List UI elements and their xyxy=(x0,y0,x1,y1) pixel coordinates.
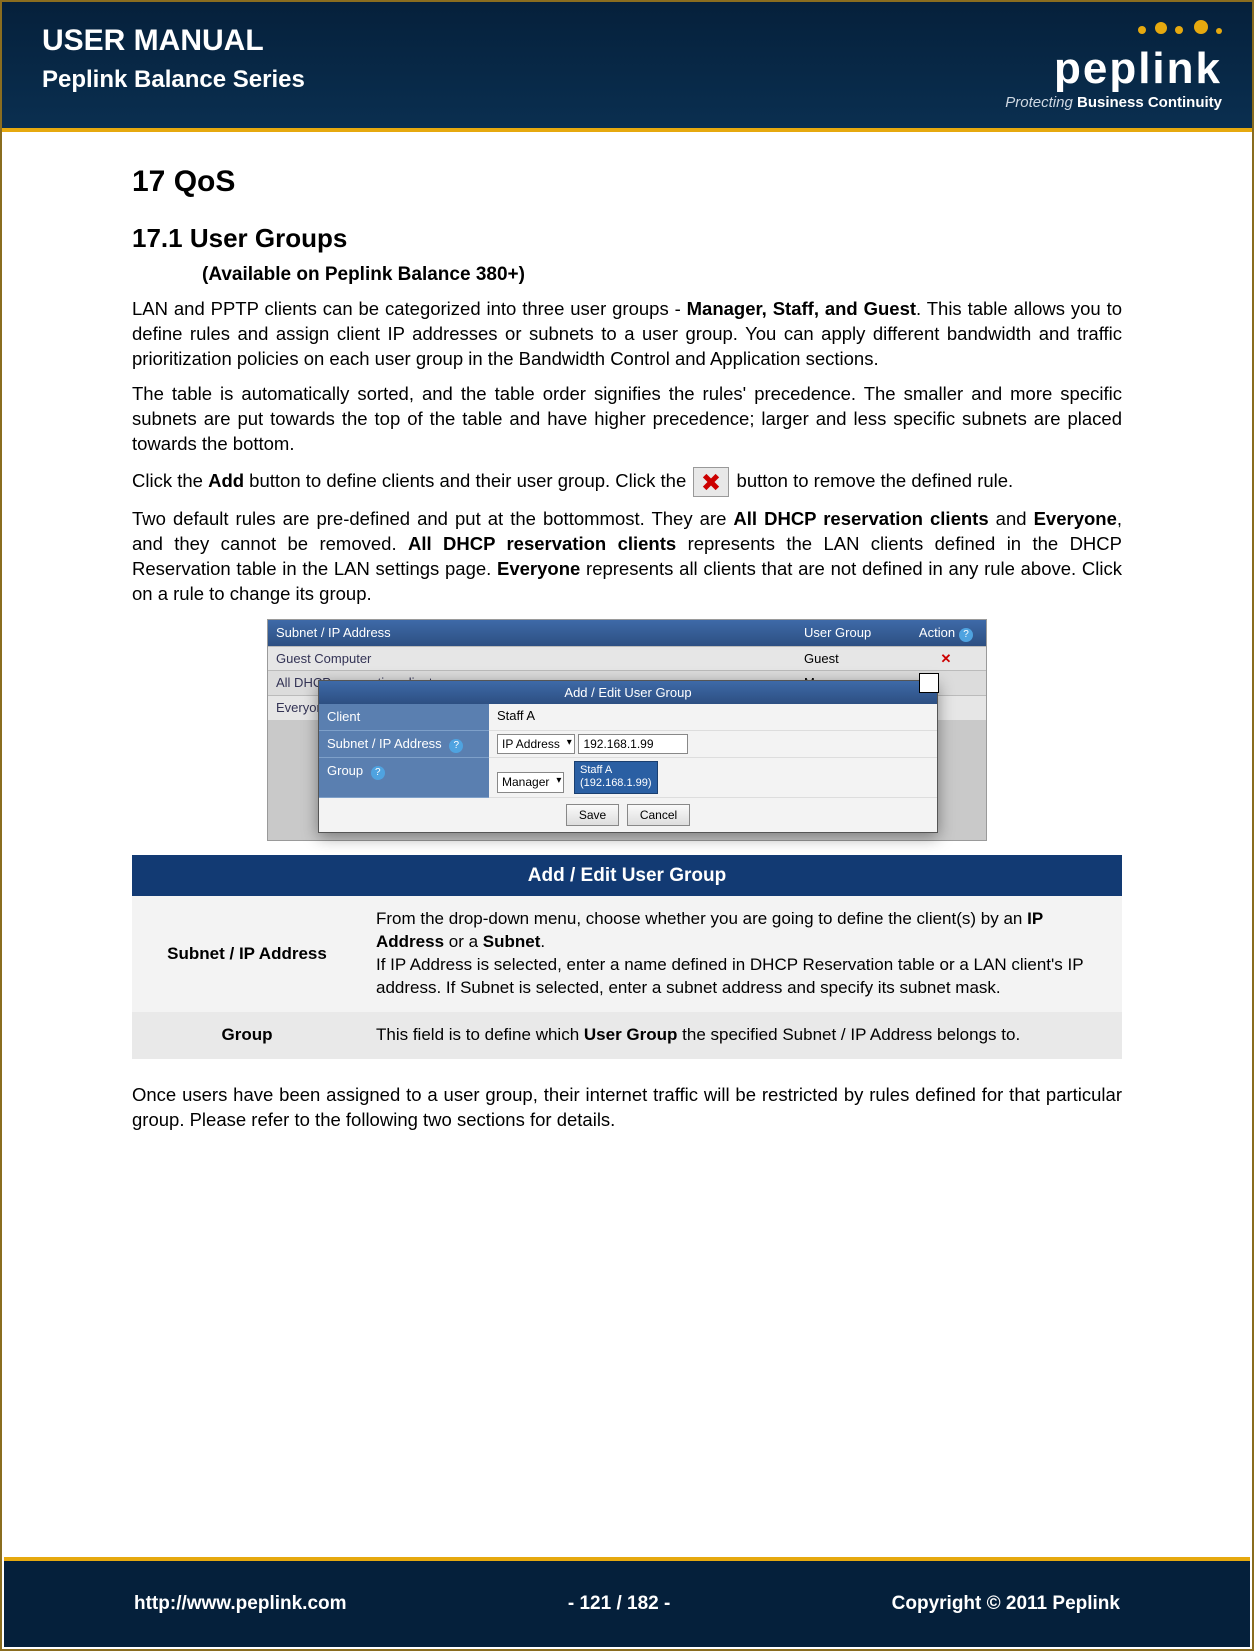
text: This field is to define which xyxy=(376,1025,584,1044)
text: Two default rules are pre-defined and pu… xyxy=(132,508,733,529)
text: From the drop-down menu, choose whether … xyxy=(376,909,1027,928)
dialog-title: Add / Edit User Group ✕ xyxy=(319,681,937,705)
section-heading: 17 QoS xyxy=(132,162,1122,203)
text: If IP Address is selected, enter a name … xyxy=(376,955,1083,997)
subnet-ip-input[interactable]: 192.168.1.99 xyxy=(578,734,688,754)
dialog-body: Client Staff A Subnet / IP Address ? IP … xyxy=(319,704,937,797)
dialog-group-label: Group ? xyxy=(319,758,489,797)
ss-table-header: Subnet / IP Address User Group Action? xyxy=(268,620,986,646)
dialog-buttons: Save Cancel xyxy=(319,798,937,832)
dialog-client-value: Staff A xyxy=(489,704,937,731)
text-bold: Everyone xyxy=(1034,508,1117,529)
help-icon[interactable]: ? xyxy=(449,739,463,753)
save-button[interactable]: Save xyxy=(566,804,619,826)
text: or a xyxy=(444,932,483,951)
dialog-group-value: Manager Staff A (192.168.1.99) xyxy=(489,758,937,797)
paragraph-3: Click the Add button to define clients a… xyxy=(132,467,1122,497)
page-footer: http://www.peplink.com - 121 / 182 - Cop… xyxy=(4,1557,1250,1647)
info-row-label: Subnet / IP Address xyxy=(132,896,362,1012)
group-select[interactable]: Manager xyxy=(497,772,564,792)
remove-icon xyxy=(693,467,729,497)
dialog-row-subnet: Subnet / IP Address ? IP Address 192.168… xyxy=(319,731,937,758)
text: button to remove the defined rule. xyxy=(731,470,1013,491)
table-row[interactable]: Guest Computer Guest ✕ xyxy=(268,646,986,671)
text-bold: Subnet xyxy=(483,932,541,951)
page-header: USER MANUAL Peplink Balance Series pepli… xyxy=(2,2,1252,132)
paragraph-5: Once users have been assigned to a user … xyxy=(132,1083,1122,1133)
text: Click the xyxy=(132,470,208,491)
logo-text: peplink xyxy=(1005,44,1222,94)
logo-dots-icon xyxy=(1005,20,1222,50)
text-bold: User Group xyxy=(584,1025,678,1044)
logo: peplink Protecting Business Continuity xyxy=(1005,20,1222,111)
footer-page: - 121 / 182 - xyxy=(568,1593,670,1615)
ss-col-action-label: Action xyxy=(919,625,955,640)
paragraph-1: LAN and PPTP clients can be categorized … xyxy=(132,297,1122,372)
text-bold: Manager, Staff, and Guest xyxy=(687,298,916,319)
info-row-desc: This field is to define which User Group… xyxy=(362,1012,1122,1059)
text: LAN and PPTP clients can be categorized … xyxy=(132,298,687,319)
text: . xyxy=(540,932,545,951)
cancel-button[interactable]: Cancel xyxy=(627,804,690,826)
dialog-client-label: Client xyxy=(319,704,489,731)
dialog-group-label-text: Group xyxy=(327,763,363,778)
info-row: Subnet / IP Address From the drop-down m… xyxy=(132,896,1122,1012)
info-table: Add / Edit User Group Subnet / IP Addres… xyxy=(132,855,1122,1059)
logo-tagline-prefix: Protecting xyxy=(1005,94,1077,111)
text-bold: All DHCP reservation clients xyxy=(408,533,676,554)
dialog-subnet-label-text: Subnet / IP Address xyxy=(327,736,442,751)
text-bold: Everyone xyxy=(497,558,580,579)
tooltip: Staff A (192.168.1.99) xyxy=(574,761,658,793)
ss-col-action: Action? xyxy=(906,620,986,646)
text: the specified Subnet / IP Address belong… xyxy=(677,1025,1020,1044)
add-label: Add xyxy=(208,470,244,491)
footer-url: http://www.peplink.com xyxy=(134,1593,347,1615)
page-frame: USER MANUAL Peplink Balance Series pepli… xyxy=(0,0,1254,1651)
footer-copyright: Copyright © 2011 Peplink xyxy=(892,1593,1120,1615)
help-icon[interactable]: ? xyxy=(371,766,385,780)
dialog-subnet-label: Subnet / IP Address ? xyxy=(319,731,489,758)
dialog-title-text: Add / Edit User Group xyxy=(564,685,691,700)
cell-group: Guest xyxy=(796,647,906,671)
dialog-row-group: Group ? Manager Staff A (192.168.1.99) xyxy=(319,758,937,797)
text: and xyxy=(989,508,1034,529)
text: button to define clients and their user … xyxy=(244,470,691,491)
content: 17 QoS 17.1 User Groups (Available on Pe… xyxy=(2,132,1252,1133)
subnet-type-select[interactable]: IP Address xyxy=(497,734,575,754)
dialog-row-client: Client Staff A xyxy=(319,704,937,731)
tooltip-line2: (192.168.1.99) xyxy=(580,777,652,789)
help-icon[interactable]: ? xyxy=(959,628,973,642)
dialog-subnet-value: IP Address 192.168.1.99 xyxy=(489,731,937,758)
tooltip-line1: Staff A xyxy=(580,764,612,776)
ss-col-group: User Group xyxy=(796,620,906,646)
info-table-title: Add / Edit User Group xyxy=(132,855,1122,897)
subsection-heading: 17.1 User Groups xyxy=(132,221,1122,256)
paragraph-4: Two default rules are pre-defined and pu… xyxy=(132,507,1122,607)
info-row-desc: From the drop-down menu, choose whether … xyxy=(362,896,1122,1012)
logo-tagline-bold: Business Continuity xyxy=(1077,94,1222,111)
paragraph-2: The table is automatically sorted, and t… xyxy=(132,382,1122,457)
ss-col-subnet: Subnet / IP Address xyxy=(268,620,796,646)
text-bold: All DHCP reservation clients xyxy=(733,508,988,529)
info-row-label: Group xyxy=(132,1012,362,1059)
cell-subnet: Guest Computer xyxy=(268,647,796,671)
embedded-screenshot: Subnet / IP Address User Group Action? G… xyxy=(267,619,987,841)
info-row: Group This field is to define which User… xyxy=(132,1012,1122,1059)
dialog-add-edit-user-group: Add / Edit User Group ✕ Client Staff A S… xyxy=(318,680,938,833)
logo-tagline: Protecting Business Continuity xyxy=(1005,94,1222,111)
availability-note: (Available on Peplink Balance 380+) xyxy=(202,262,1122,288)
cell-action-remove[interactable]: ✕ xyxy=(906,647,986,671)
close-icon[interactable]: ✕ xyxy=(919,673,939,693)
